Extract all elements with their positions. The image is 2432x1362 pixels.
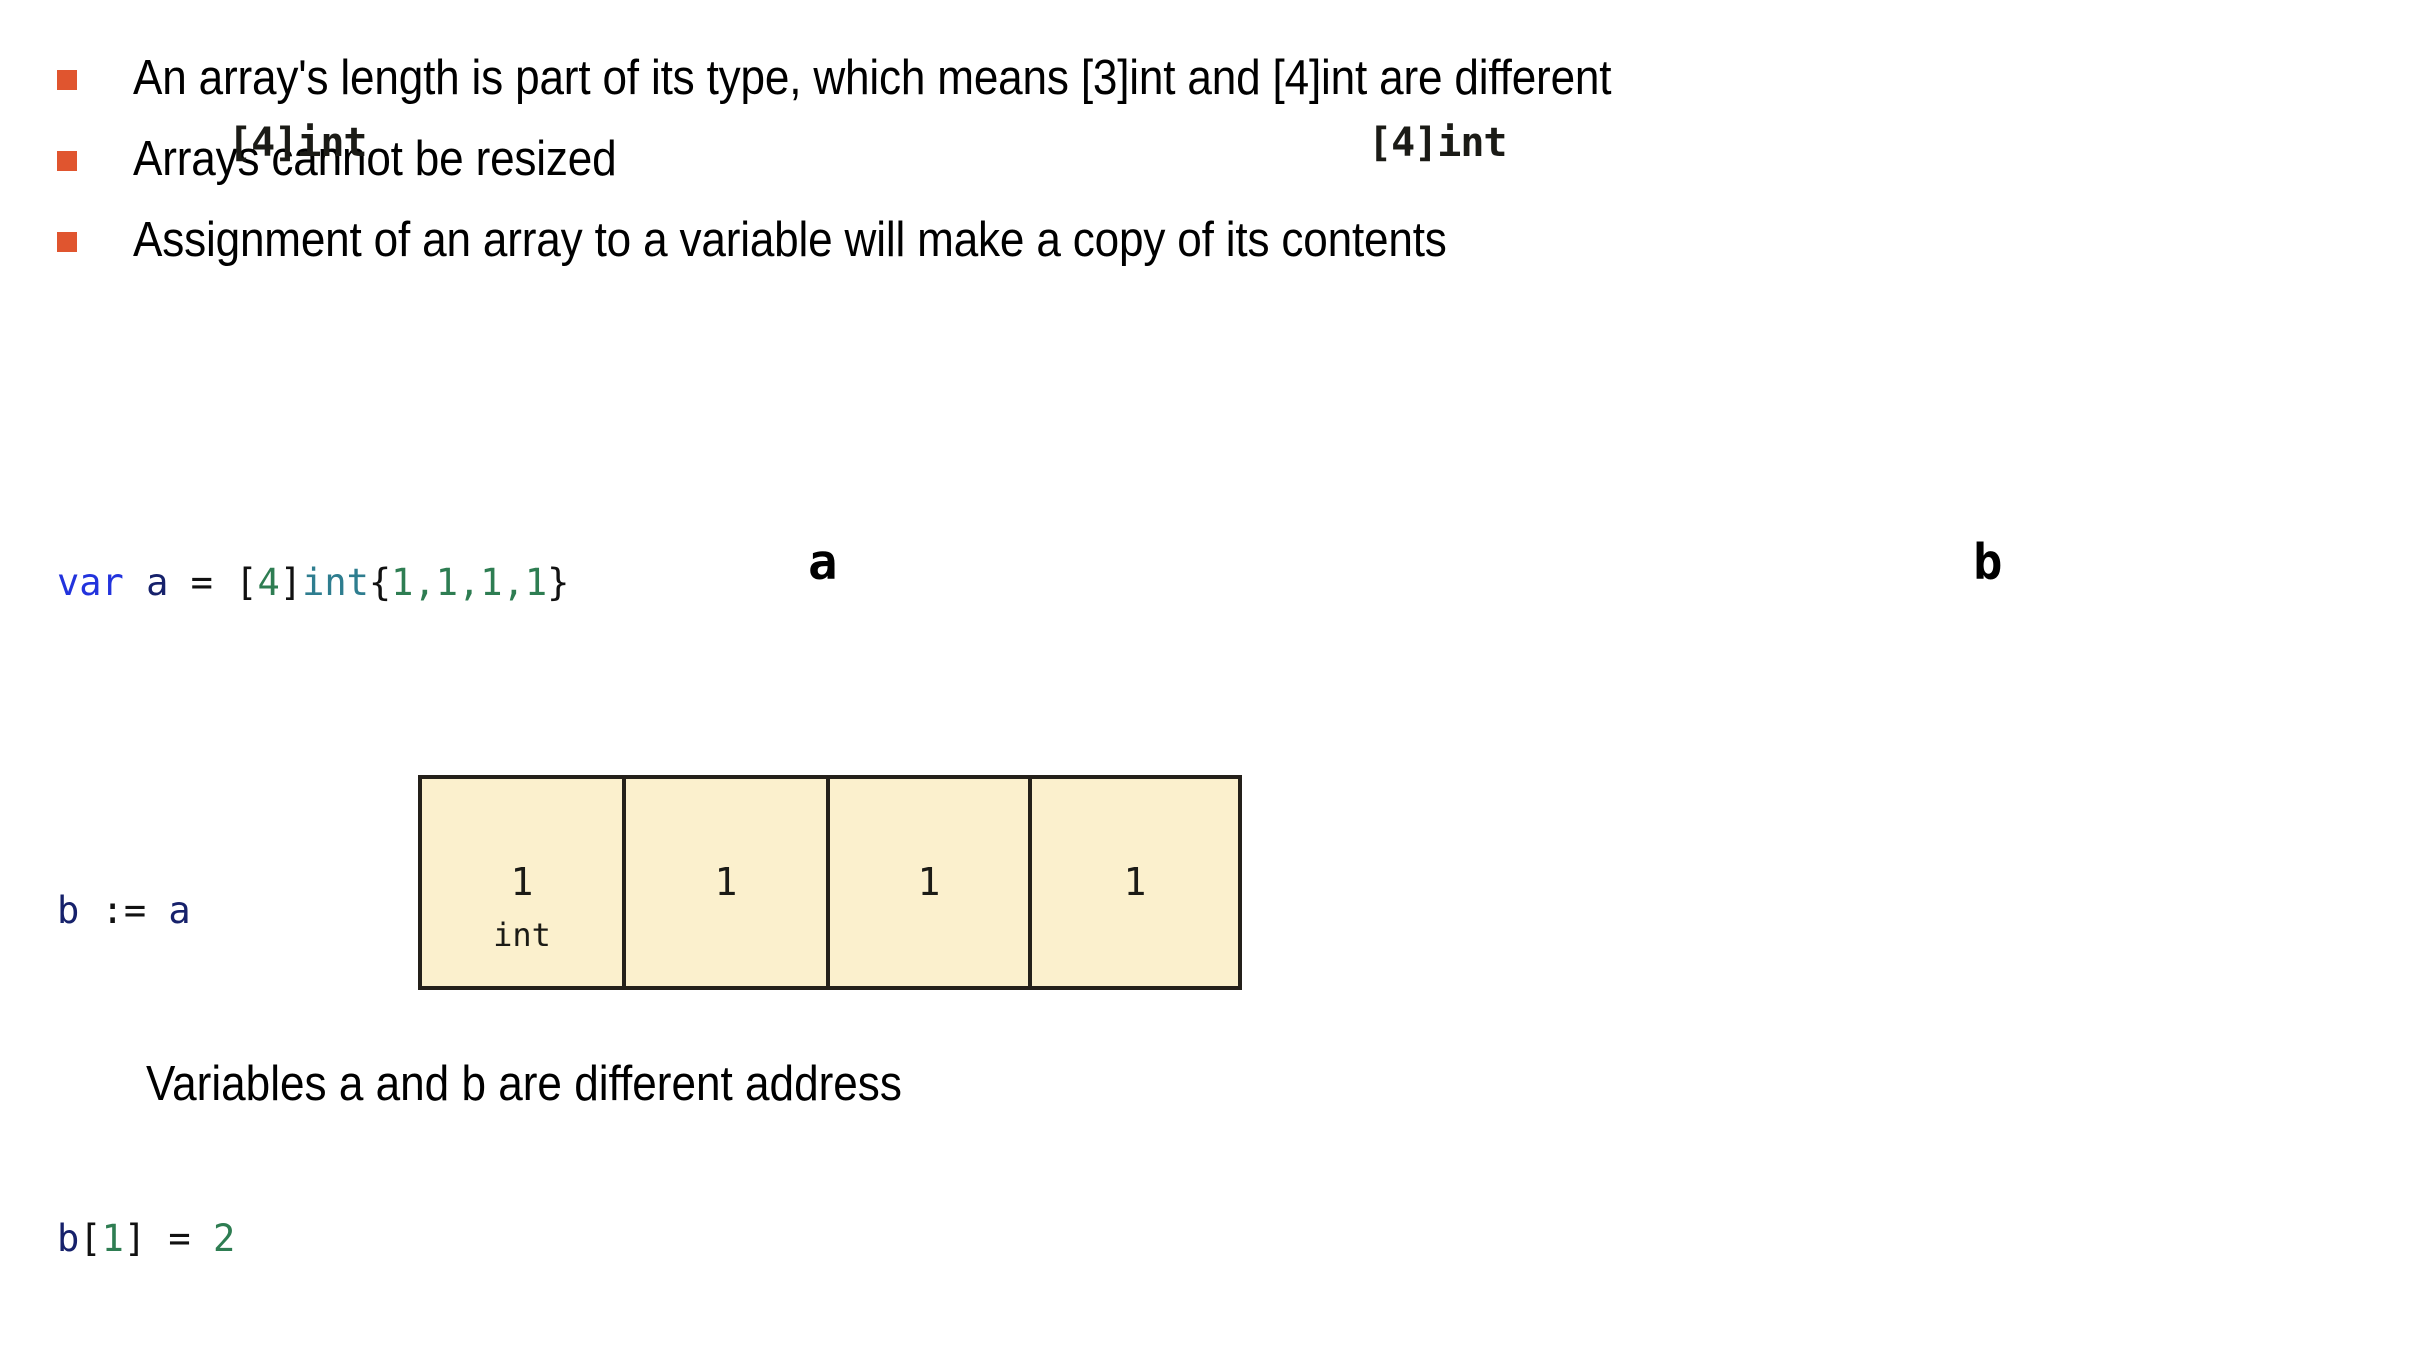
array-name-label-b: b	[1973, 534, 2003, 591]
code-operator-assign: =	[168, 561, 236, 604]
code-array-length: 4	[257, 561, 280, 604]
bullet-item: An array's length is part of its type, w…	[0, 38, 2400, 119]
code-identifier-b: b	[57, 889, 80, 932]
array-type-label-a: [4]int	[228, 120, 367, 166]
array-cell: 1 int	[422, 779, 626, 986]
code-type-int: int	[302, 561, 369, 604]
code-identifier-a: a	[146, 561, 169, 604]
bullet-item-text: Assignment of an array to a variable wil…	[133, 213, 1447, 267]
code-identifier-b: b	[57, 1217, 80, 1260]
bullet-item-text: An array's length is part of its type, w…	[133, 51, 1612, 105]
array-cell-type: int	[493, 916, 551, 954]
code-line-1: var a = [4]int{1,1,1,1}	[57, 542, 569, 624]
diagram-caption: Variables a and b are different address	[146, 1057, 902, 1111]
code-brace-close: }	[547, 561, 570, 604]
array-cell: 1	[830, 779, 1032, 986]
array-cell-value: 1	[714, 860, 738, 904]
array-cells-a: 1 int 1 1 1	[418, 775, 1242, 990]
array-cell: 1	[1032, 779, 1238, 986]
code-bracket-close: ]	[279, 561, 303, 604]
code-bracket-open: [	[235, 561, 258, 604]
array-name-label-a: a	[808, 534, 838, 591]
code-identifier-a-rhs: a	[168, 889, 191, 932]
array-type-label-b: [4]int	[1368, 120, 1507, 166]
array-cell: 1	[626, 779, 830, 986]
bullet-item: Assignment of an array to a variable wil…	[0, 200, 2400, 281]
array-cell-value: 1	[510, 860, 534, 904]
array-cell-value: 1	[1123, 860, 1147, 904]
square-bullet-icon	[57, 70, 77, 90]
code-operator-short-assign: :=	[79, 889, 169, 932]
code-brace-open: {	[368, 561, 392, 604]
code-literal-two: 2	[212, 1217, 236, 1260]
code-bracket-close: ]	[123, 1217, 147, 1260]
code-literal-values: 1,1,1,1	[391, 561, 548, 604]
square-bullet-icon	[57, 151, 77, 171]
code-line-3: b[1] = 2	[57, 1198, 569, 1280]
bullet-item-text: Arrays cannot be resized	[133, 132, 617, 186]
code-operator-assign: =	[146, 1217, 213, 1260]
code-keyword-var: var	[57, 561, 124, 604]
array-cell-value: 1	[917, 860, 941, 904]
code-bracket-open: [	[79, 1217, 102, 1260]
code-index: 1	[101, 1217, 124, 1260]
square-bullet-icon	[57, 232, 77, 252]
